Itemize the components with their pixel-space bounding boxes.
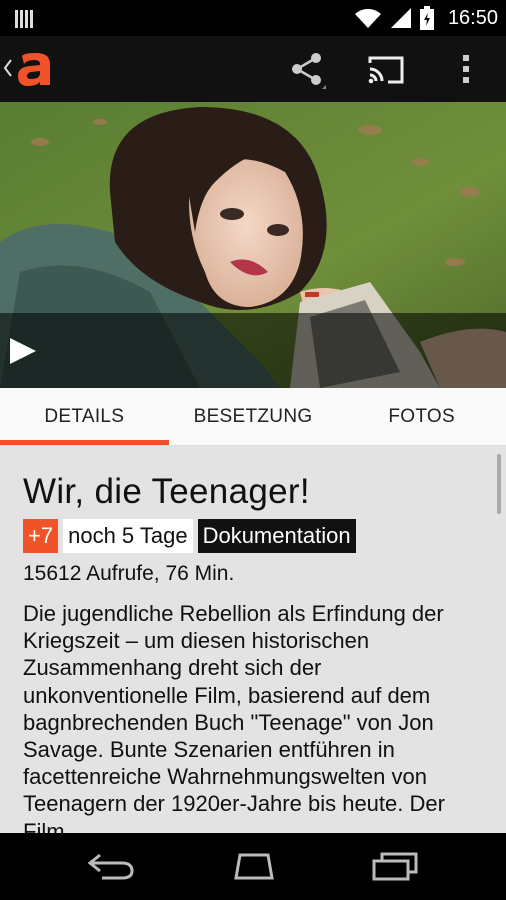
more-vert-icon[interactable]	[458, 53, 474, 85]
play-icon[interactable]	[8, 336, 38, 366]
notification-bars-icon	[15, 10, 33, 28]
recents-icon[interactable]	[370, 851, 420, 881]
back-chevron-icon[interactable]	[3, 58, 13, 78]
share-icon[interactable]	[288, 51, 326, 89]
back-icon[interactable]	[86, 851, 136, 881]
page-title: Wir, die Teenager!	[23, 472, 310, 511]
details-panel[interactable]: Wir, die Teenager! +7 noch 5 Tage Dokume…	[0, 446, 506, 833]
wifi-icon	[354, 8, 381, 28]
signal-icon	[390, 8, 411, 28]
tab-bar: DETAILS BESETZUNG FOTOS	[0, 388, 506, 446]
hero-overlay	[0, 313, 506, 388]
status-bar: 16:50	[0, 0, 506, 36]
app-bar	[0, 36, 506, 102]
tab-fotos[interactable]: FOTOS	[337, 388, 506, 445]
tag-row: +7 noch 5 Tage Dokumentation	[23, 519, 356, 553]
cast-icon[interactable]	[366, 55, 406, 85]
views-duration: 15612 Aufrufe, 76 Min.	[23, 562, 235, 585]
availability-badge: noch 5 Tage	[63, 519, 193, 553]
system-nav-bar	[0, 833, 506, 900]
tab-details[interactable]: DETAILS	[0, 388, 169, 445]
age-rating-badge: +7	[23, 519, 59, 553]
genre-badge: Dokumentation	[197, 519, 356, 553]
battery-icon	[419, 6, 434, 30]
hero-image[interactable]	[0, 102, 506, 388]
scrollbar[interactable]	[497, 454, 501, 514]
app-logo[interactable]	[16, 52, 54, 86]
status-time: 16:50	[447, 6, 498, 29]
tab-besetzung[interactable]: BESETZUNG	[169, 388, 338, 445]
home-icon[interactable]	[226, 851, 282, 881]
description-text: Die jugendliche Rebellion als Erfindung …	[23, 601, 445, 833]
